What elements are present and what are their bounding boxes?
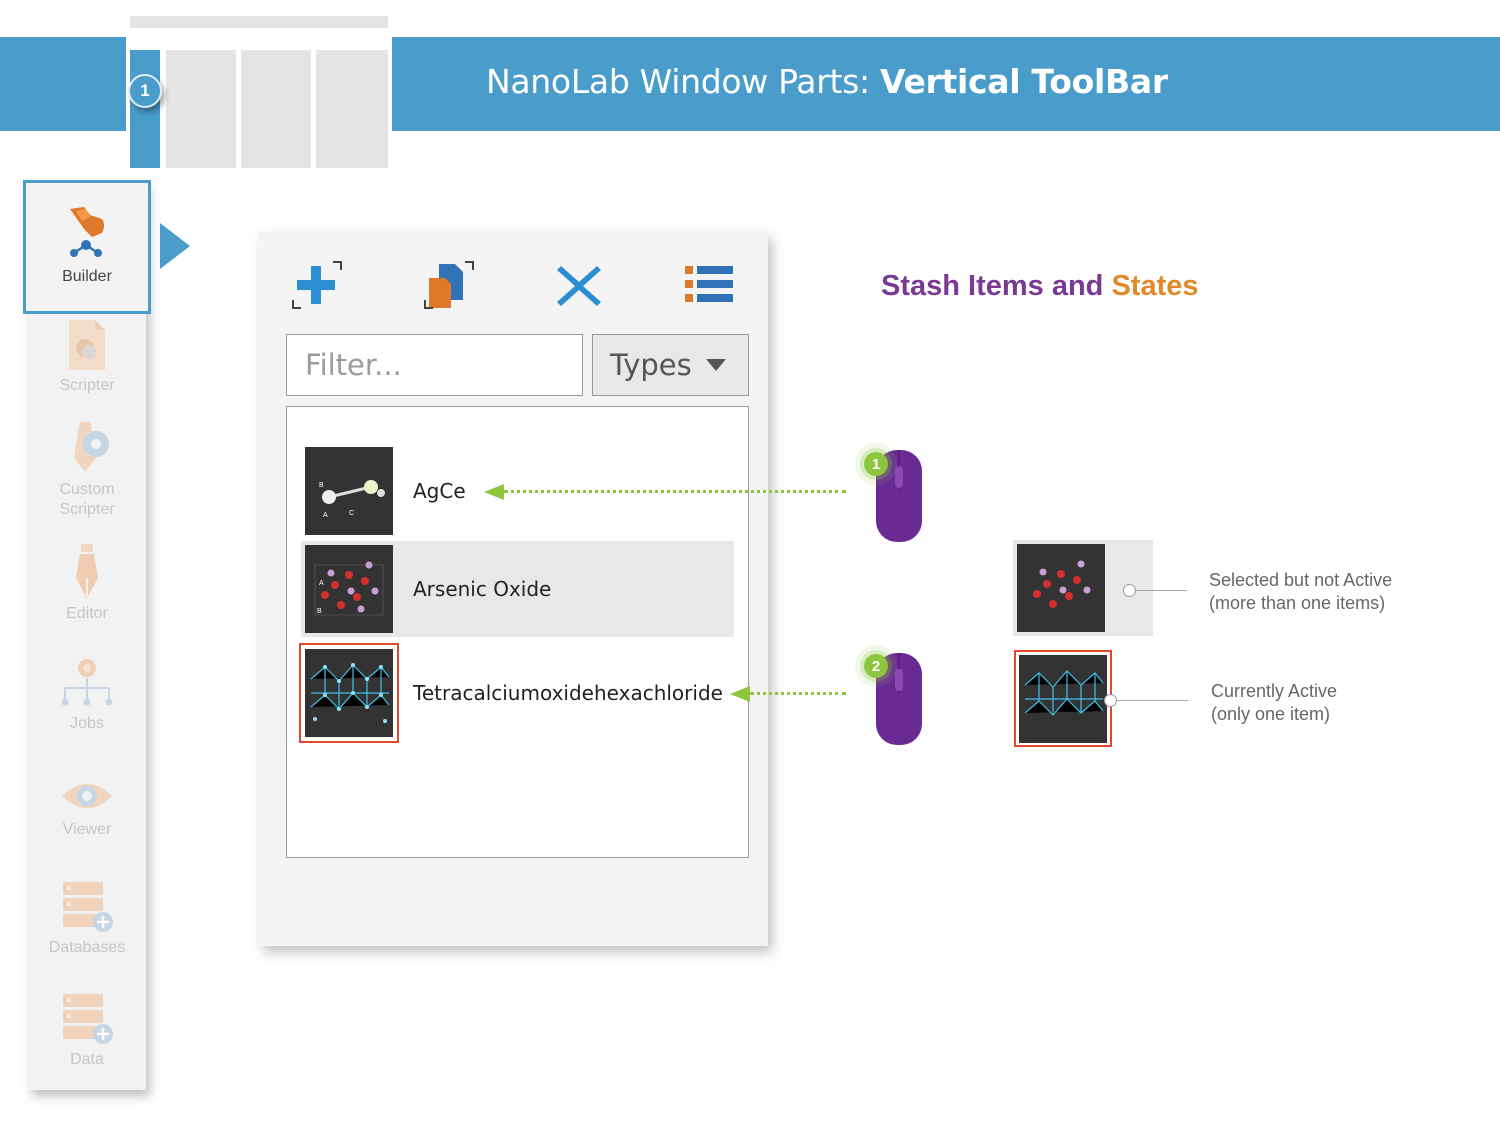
stash-item-label: Arsenic Oxide bbox=[413, 577, 552, 601]
legend-connector-dot bbox=[1123, 584, 1136, 597]
toolbar-item-label: Databases bbox=[48, 939, 126, 956]
molecule-thumbnail bbox=[299, 643, 399, 743]
arrow-head-icon bbox=[484, 484, 504, 500]
toolbar-item-label: Viewer bbox=[62, 821, 112, 838]
caret-down-icon bbox=[705, 359, 726, 371]
diagram-topbar bbox=[130, 16, 388, 28]
toolbar-item-label: Scripter bbox=[59, 377, 115, 394]
toolbar-item-jobs[interactable]: Jobs bbox=[28, 654, 146, 734]
legend-selected-line1: Selected but not Active bbox=[1209, 570, 1393, 590]
toolbar-item-label: Jobs bbox=[70, 715, 104, 732]
list-view-button[interactable] bbox=[681, 258, 737, 314]
legend-connector bbox=[1129, 590, 1187, 591]
legend-selected-text: Selected but not Active (more than one i… bbox=[1209, 569, 1392, 615]
molecule-thumbnail: A B bbox=[305, 545, 393, 633]
click-badge: 1 bbox=[864, 452, 888, 476]
expand-arrow-icon bbox=[160, 223, 190, 269]
molecule-thumbnail bbox=[1017, 544, 1105, 632]
eye-icon bbox=[62, 784, 112, 808]
toolbar-item-label: Custom Scripter bbox=[59, 481, 115, 518]
toolbar-item-builder[interactable]: Builder bbox=[23, 180, 151, 314]
diagram-vertical-toolbar bbox=[130, 50, 160, 168]
dotted-connector bbox=[750, 692, 846, 695]
delete-button[interactable] bbox=[551, 258, 607, 314]
stash-item-tetracalciumoxidehexachloride[interactable]: Tetracalciumoxidehexachloride bbox=[299, 643, 734, 743]
jobs-tree-icon bbox=[61, 659, 113, 706]
duplicate-icon bbox=[424, 261, 474, 309]
legend-connector bbox=[1112, 700, 1188, 701]
python-script-icon bbox=[69, 320, 105, 370]
page-title: NanoLab Window Parts: Vertical ToolBar bbox=[486, 62, 1168, 101]
molecule-thumbnail: B A C bbox=[305, 447, 393, 535]
stash-item-label: Tetracalciumoxidehexachloride bbox=[413, 681, 723, 705]
duplicate-button[interactable] bbox=[421, 258, 477, 314]
diagram-pane bbox=[316, 50, 388, 168]
dotted-connector bbox=[504, 490, 846, 493]
list-view-icon bbox=[685, 266, 733, 302]
page-title-bold: Vertical ToolBar bbox=[880, 62, 1168, 101]
page-title-prefix: NanoLab Window Parts: bbox=[486, 62, 881, 101]
database-add-icon bbox=[63, 994, 113, 1044]
stash-item-arsenic-oxide[interactable]: A B Arsenic Oxide bbox=[301, 541, 734, 637]
stash-panel: Types B A C AgCe bbox=[259, 232, 768, 946]
section-title-part2: States bbox=[1111, 270, 1199, 302]
diagram-pane bbox=[241, 50, 311, 168]
legend-active-text: Currently Active (only one item) bbox=[1211, 680, 1337, 726]
window-part-badge: 1 bbox=[128, 74, 162, 108]
section-title-part1: Stash Items and bbox=[881, 270, 1112, 302]
axis-letter: B bbox=[317, 608, 322, 615]
builder-icon bbox=[70, 207, 104, 257]
database-add-icon bbox=[63, 882, 113, 932]
add-button[interactable] bbox=[289, 258, 345, 314]
legend-connector-dot bbox=[1104, 694, 1117, 707]
molecule-thumbnail bbox=[1019, 655, 1107, 743]
delete-icon bbox=[557, 266, 601, 306]
axis-letter: C bbox=[349, 510, 354, 517]
toolbar-item-label: Data bbox=[70, 1051, 104, 1068]
arrow-head-icon bbox=[730, 686, 750, 702]
axis-letter: A bbox=[323, 512, 328, 519]
window-layout-diagram: 1 bbox=[128, 16, 388, 168]
pen-nib-icon bbox=[76, 544, 98, 598]
stash-item-label: AgCe bbox=[413, 479, 466, 503]
types-dropdown[interactable]: Types bbox=[592, 334, 749, 396]
vertical-toolbar: Builder Scripter Custom Scripter Editor bbox=[23, 180, 151, 1090]
legend-active-line1: Currently Active bbox=[1211, 681, 1338, 701]
toolbar-item-viewer[interactable]: Viewer bbox=[28, 776, 146, 840]
toolbar-item-label: Builder bbox=[62, 268, 112, 285]
axis-letter: A bbox=[319, 580, 324, 587]
legend-active-sample bbox=[1014, 650, 1112, 747]
section-title: Stash Items and States bbox=[881, 270, 1199, 303]
toolbar-item-data[interactable]: Data bbox=[28, 992, 146, 1070]
legend-active-line2: (only one item) bbox=[1211, 704, 1331, 724]
custom-scripter-icon bbox=[74, 422, 109, 472]
toolbar-item-custom-scripter[interactable]: Custom Scripter bbox=[28, 418, 146, 520]
toolbar-item-label: Editor bbox=[66, 605, 108, 622]
header-banner-left bbox=[0, 37, 126, 131]
legend-selected-line2: (more than one items) bbox=[1209, 593, 1386, 613]
toolbar-item-databases[interactable]: Databases bbox=[28, 880, 146, 958]
toolbar-item-scripter[interactable]: Scripter bbox=[28, 318, 146, 396]
diagram-pane bbox=[166, 50, 236, 168]
click-badge: 2 bbox=[864, 654, 888, 678]
types-dropdown-label: Types bbox=[610, 348, 692, 382]
stash-item-list[interactable]: B A C AgCe A B Arsenic Oxide Tetracalciu… bbox=[286, 406, 749, 858]
add-icon bbox=[292, 261, 342, 309]
filter-input[interactable] bbox=[286, 334, 583, 396]
axis-letter: B bbox=[319, 482, 324, 489]
toolbar-item-editor[interactable]: Editor bbox=[28, 542, 146, 624]
